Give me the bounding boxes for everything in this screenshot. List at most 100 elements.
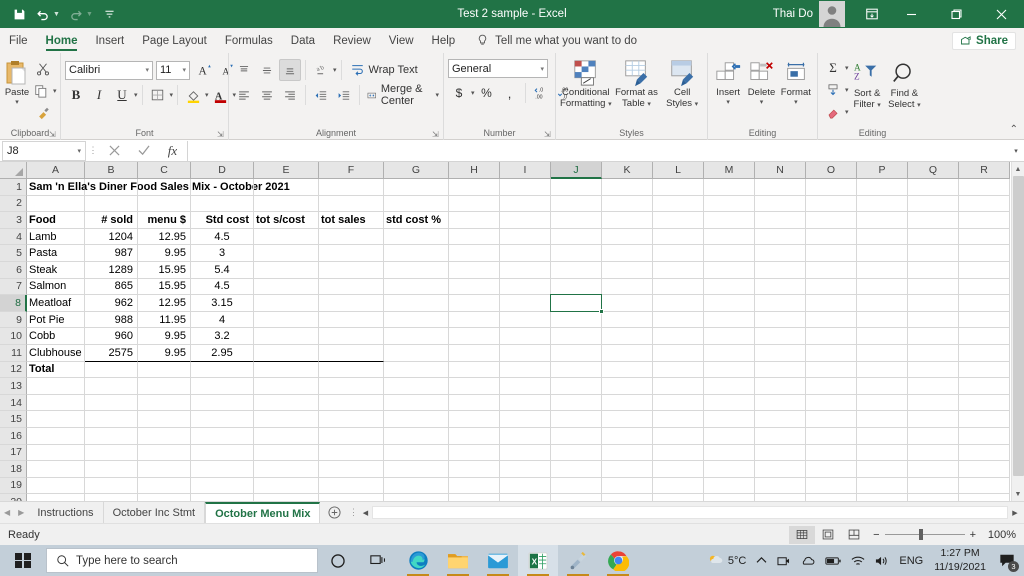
cell-O13[interactable]: [806, 378, 857, 395]
cell-R11[interactable]: [959, 345, 1010, 362]
restore-button[interactable]: [934, 0, 979, 28]
undo-icon[interactable]: [32, 3, 54, 25]
column-header-r[interactable]: R: [959, 162, 1010, 179]
delete-dropdown-icon[interactable]: ▾: [760, 99, 764, 107]
italic-button[interactable]: I: [88, 84, 110, 106]
cell-Q19[interactable]: [908, 478, 959, 495]
cell-L16[interactable]: [653, 428, 704, 445]
cell-E16[interactable]: [254, 428, 319, 445]
cell-B10[interactable]: 960: [85, 328, 138, 345]
vertical-scrollbar[interactable]: ▲ ▼: [1011, 162, 1024, 501]
cell-M10[interactable]: [704, 328, 755, 345]
cell-O7[interactable]: [806, 279, 857, 296]
cell-L19[interactable]: [653, 478, 704, 495]
cell-A14[interactable]: [27, 395, 85, 412]
row-header-20[interactable]: 20: [0, 494, 27, 501]
merge-center-button[interactable]: Merge & Center: [363, 84, 434, 106]
select-all-button[interactable]: [0, 162, 27, 179]
cell-I9[interactable]: [500, 312, 551, 329]
zoom-out-button[interactable]: −: [873, 529, 879, 541]
cell-R1[interactable]: [959, 179, 1010, 196]
cell-Q17[interactable]: [908, 445, 959, 462]
cell-J4[interactable]: [551, 229, 602, 246]
accounting-format-button[interactable]: $: [448, 82, 470, 104]
cell-N12[interactable]: [755, 362, 806, 379]
cell-C9[interactable]: 11.95: [138, 312, 191, 329]
avatar[interactable]: [819, 1, 845, 27]
cell-K5[interactable]: [602, 245, 653, 262]
row-header-11[interactable]: 11: [0, 345, 27, 362]
cell-I1[interactable]: [500, 179, 551, 196]
show-hidden-icons-button[interactable]: [751, 545, 772, 576]
weather-widget[interactable]: 5°C: [702, 545, 751, 576]
cell-F18[interactable]: [319, 461, 384, 478]
name-box[interactable]: J8 ▾: [2, 141, 86, 161]
row-header-16[interactable]: 16: [0, 428, 27, 445]
cell-M13[interactable]: [704, 378, 755, 395]
cell-O19[interactable]: [806, 478, 857, 495]
cell-O5[interactable]: [806, 245, 857, 262]
column-header-a[interactable]: A: [27, 162, 85, 179]
cell-H12[interactable]: [449, 362, 500, 379]
cell-D9[interactable]: 4: [191, 312, 254, 329]
cell-G2[interactable]: [384, 196, 449, 213]
vertical-scroll-thumb[interactable]: [1013, 176, 1024, 476]
cell-J6[interactable]: [551, 262, 602, 279]
cell-E13[interactable]: [254, 378, 319, 395]
cell-R9[interactable]: [959, 312, 1010, 329]
cell-P4[interactable]: [857, 229, 908, 246]
cell-R5[interactable]: [959, 245, 1010, 262]
cell-D1[interactable]: [191, 179, 254, 196]
copy-dropdown-icon[interactable]: ▾: [53, 87, 57, 95]
cs-dropdown-icon[interactable]: ▾: [695, 101, 699, 108]
cell-A19[interactable]: [27, 478, 85, 495]
tab-view[interactable]: View: [380, 28, 423, 53]
cell-C17[interactable]: [138, 445, 191, 462]
cell-L17[interactable]: [653, 445, 704, 462]
cell-Q9[interactable]: [908, 312, 959, 329]
cell-R8[interactable]: [959, 295, 1010, 312]
row-header-3[interactable]: 3: [0, 212, 27, 229]
cell-D13[interactable]: [191, 378, 254, 395]
cell-A12[interactable]: Total: [27, 362, 85, 379]
cell-B14[interactable]: [85, 395, 138, 412]
cell-K8[interactable]: [602, 295, 653, 312]
cell-H4[interactable]: [449, 229, 500, 246]
zoom-in-button[interactable]: +: [970, 529, 976, 541]
cell-D5[interactable]: 3: [191, 245, 254, 262]
cell-B5[interactable]: 987: [85, 245, 138, 262]
cell-J12[interactable]: [551, 362, 602, 379]
bottom-align-button[interactable]: [279, 59, 301, 81]
cell-I6[interactable]: [500, 262, 551, 279]
cell-L11[interactable]: [653, 345, 704, 362]
cell-H11[interactable]: [449, 345, 500, 362]
cell-E2[interactable]: [254, 196, 319, 213]
close-button[interactable]: [979, 0, 1024, 28]
cell-B6[interactable]: 1289: [85, 262, 138, 279]
cell-F16[interactable]: [319, 428, 384, 445]
cell-F11[interactable]: [319, 345, 384, 362]
cell-P17[interactable]: [857, 445, 908, 462]
name-box-dropdown-icon[interactable]: ▾: [77, 147, 81, 155]
cell-G8[interactable]: [384, 295, 449, 312]
row-header-17[interactable]: 17: [0, 445, 27, 462]
minimize-button[interactable]: [889, 0, 934, 28]
cell-B4[interactable]: 1204: [85, 229, 138, 246]
cell-B1[interactable]: [85, 179, 138, 196]
zoom-track[interactable]: [885, 534, 965, 535]
onedrive-icon[interactable]: [795, 545, 820, 576]
cell-A16[interactable]: [27, 428, 85, 445]
cell-F6[interactable]: [319, 262, 384, 279]
bold-button[interactable]: B: [65, 84, 87, 106]
cell-R10[interactable]: [959, 328, 1010, 345]
paste-dropdown-icon[interactable]: ▾: [15, 99, 19, 107]
share-button[interactable]: Share: [952, 32, 1016, 50]
fill-button[interactable]: [822, 79, 844, 101]
cell-G16[interactable]: [384, 428, 449, 445]
cell-I11[interactable]: [500, 345, 551, 362]
cf-dropdown-icon[interactable]: ▾: [608, 101, 612, 108]
cell-N11[interactable]: [755, 345, 806, 362]
decrease-indent-button[interactable]: [310, 84, 332, 106]
cell-Q16[interactable]: [908, 428, 959, 445]
number-format-select[interactable]: General ▾: [448, 59, 548, 78]
